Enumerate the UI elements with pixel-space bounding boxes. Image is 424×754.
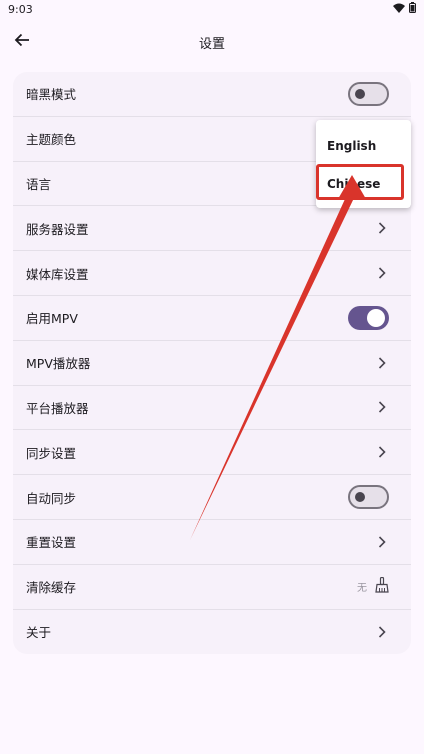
- setting-sync[interactable]: 同步设置: [13, 430, 411, 476]
- language-option-chinese[interactable]: Chinese: [316, 166, 411, 202]
- setting-label: MPV播放器: [26, 356, 91, 372]
- setting-label: 自动同步: [26, 490, 77, 506]
- chevron-right-icon: [375, 266, 389, 280]
- setting-server[interactable]: 服务器设置: [13, 206, 411, 252]
- status-time: 9:03: [8, 2, 33, 16]
- language-option-english[interactable]: English: [316, 128, 411, 164]
- status-icons: [393, 2, 416, 16]
- language-menu: English Chinese: [316, 120, 411, 208]
- cache-trailing: 无: [357, 576, 389, 597]
- setting-label: 服务器设置: [26, 221, 89, 237]
- setting-clear-cache[interactable]: 清除缓存 无: [13, 565, 411, 610]
- status-bar: 9:03: [0, 0, 424, 18]
- broom-icon[interactable]: [375, 576, 389, 597]
- page-title: 设置: [198, 36, 225, 52]
- setting-label: 启用MPV: [26, 311, 78, 327]
- setting-label: 媒体库设置: [26, 266, 89, 282]
- dark-mode-switch[interactable]: [348, 81, 389, 106]
- chevron-right-icon: [375, 445, 389, 459]
- app-bar: 设置: [0, 22, 424, 62]
- setting-media-library[interactable]: 媒体库设置: [13, 251, 411, 296]
- chevron-right-icon: [375, 535, 389, 549]
- setting-label: 同步设置: [26, 445, 77, 461]
- battery-icon: [409, 2, 416, 16]
- setting-label: 语言: [26, 176, 52, 192]
- auto-sync-switch[interactable]: [348, 485, 389, 510]
- setting-auto-sync[interactable]: 自动同步: [13, 475, 411, 520]
- chevron-right-icon: [375, 400, 389, 414]
- chevron-right-icon: [375, 356, 389, 370]
- setting-label: 平台播放器: [26, 400, 89, 416]
- setting-dark-mode[interactable]: 暗黑模式: [13, 72, 411, 117]
- chevron-right-icon: [375, 625, 389, 639]
- chevron-right-icon: [375, 221, 389, 235]
- enable-mpv-switch[interactable]: [348, 305, 389, 330]
- setting-label: 清除缓存: [26, 580, 77, 596]
- wifi-icon: [393, 3, 405, 16]
- setting-label: 重置设置: [26, 535, 77, 551]
- setting-about[interactable]: 关于: [13, 610, 411, 654]
- back-arrow-icon: [14, 32, 30, 52]
- setting-reset[interactable]: 重置设置: [13, 520, 411, 565]
- back-button[interactable]: [10, 30, 34, 54]
- setting-label: 关于: [26, 625, 52, 641]
- setting-platform-player[interactable]: 平台播放器: [13, 386, 411, 431]
- setting-mpv-player[interactable]: MPV播放器: [13, 341, 411, 386]
- cache-size: 无: [357, 583, 367, 595]
- setting-enable-mpv[interactable]: 启用MPV: [13, 296, 411, 341]
- setting-label: 主题颜色: [26, 132, 77, 148]
- setting-label: 暗黑模式: [26, 87, 77, 103]
